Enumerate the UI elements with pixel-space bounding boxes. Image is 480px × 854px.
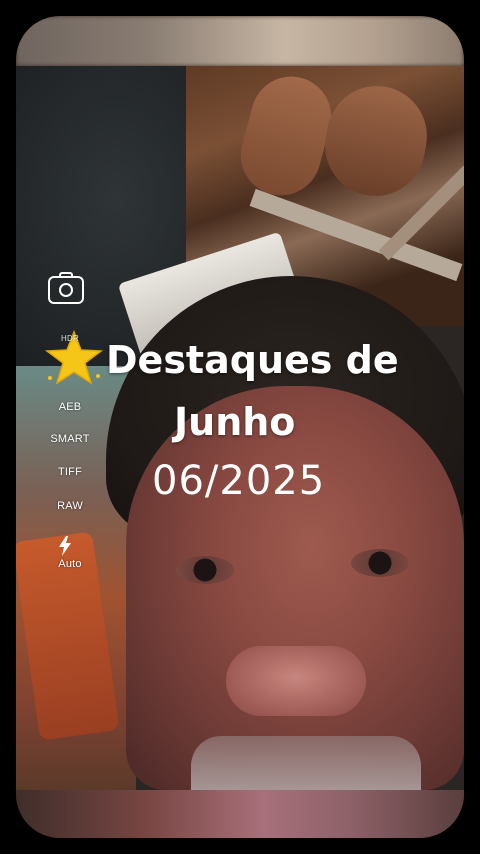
left-eye xyxy=(176,556,234,584)
title-line-2: Junho xyxy=(174,400,296,444)
raw-option[interactable]: RAW xyxy=(40,500,100,512)
bottom-blur-band xyxy=(16,790,464,838)
mouth-area xyxy=(191,736,421,790)
tiff-option[interactable]: TIFF xyxy=(40,466,100,478)
aeb-option[interactable]: AEB xyxy=(40,401,100,413)
camera-rotate-icon[interactable] xyxy=(48,272,84,304)
story-frame: HDR AEB SMART TIFF RAW Auto Destaques de… xyxy=(0,0,480,854)
top-blur-band xyxy=(16,16,464,66)
right-eye xyxy=(351,549,409,577)
hdr-option[interactable]: HDR xyxy=(40,334,100,343)
title-line-1: Destaques de xyxy=(106,338,399,382)
smart-option[interactable]: SMART xyxy=(40,433,100,445)
date-label: 06/2025 xyxy=(152,458,326,504)
face xyxy=(126,386,464,790)
nose xyxy=(226,646,366,716)
flash-bolt-icon[interactable] xyxy=(58,536,72,556)
flash-auto-label[interactable]: Auto xyxy=(40,558,100,570)
